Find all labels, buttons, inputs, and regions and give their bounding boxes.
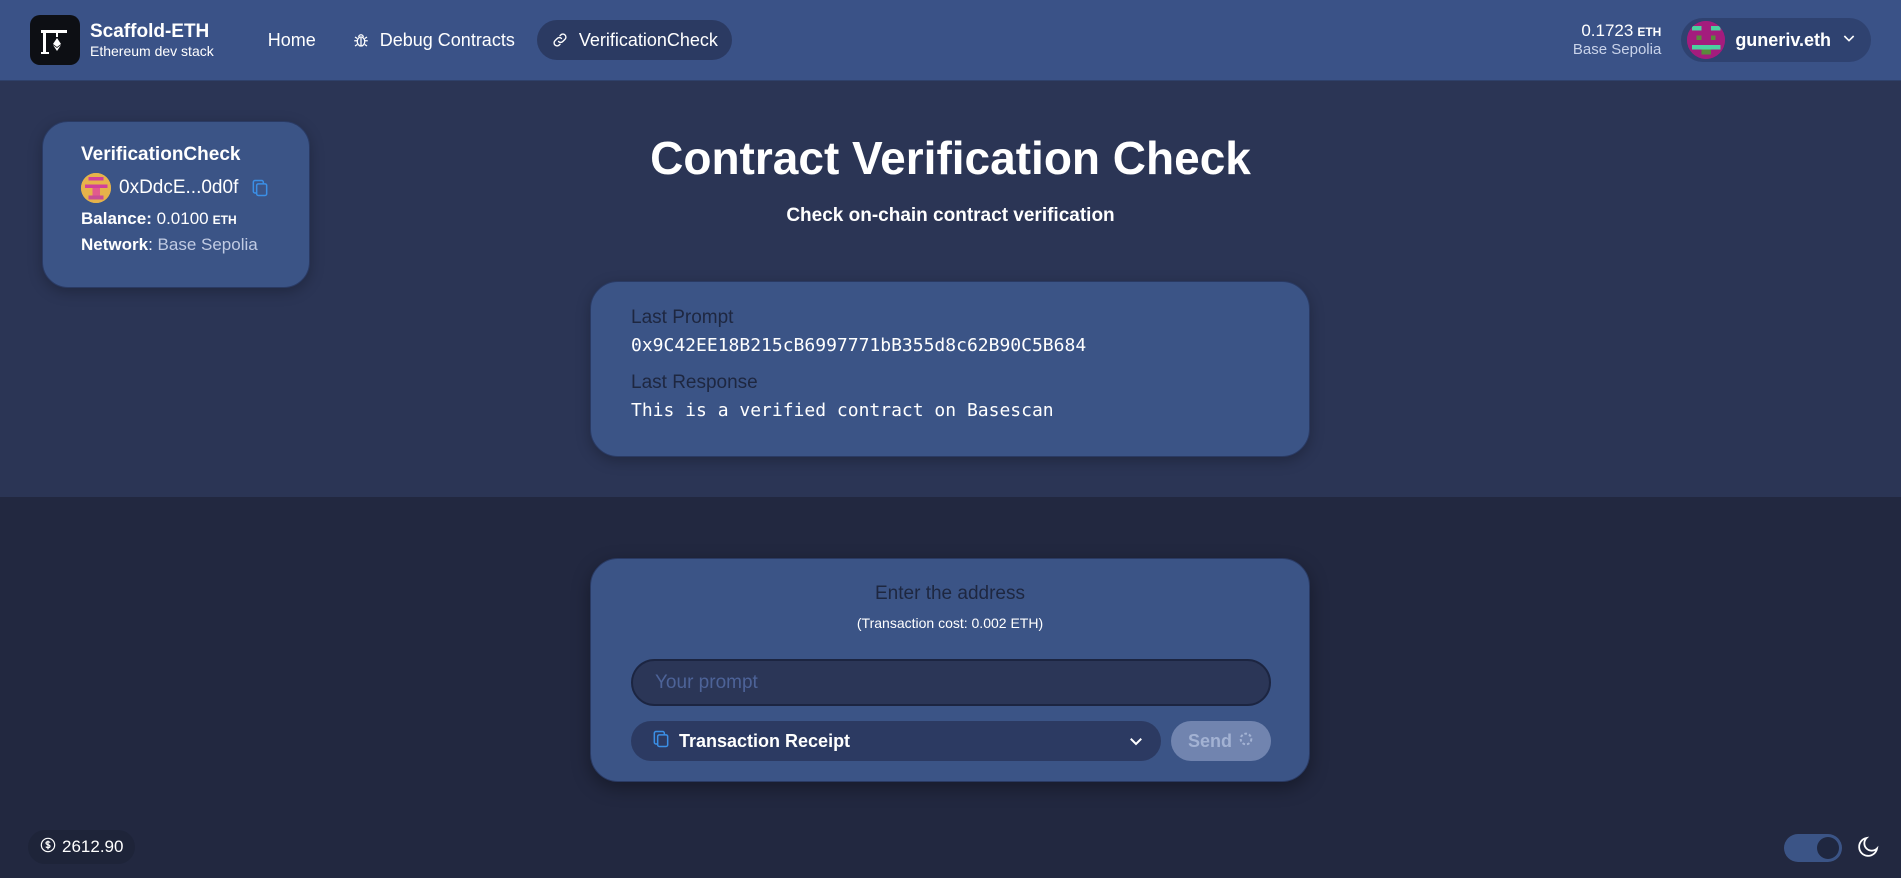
wallet-network: Base Sepolia: [1572, 41, 1662, 59]
toggle-knob: [1817, 837, 1839, 859]
contract-info-section: VerificationCheck 0xDdcE...0d0f Balance:…: [0, 81, 1901, 497]
contract-network-value: Base Sepolia: [157, 235, 258, 254]
last-result-card: Last Prompt 0x9C42EE18B215cB6997771bB355…: [590, 281, 1310, 457]
chevron-down-icon: [1127, 732, 1145, 750]
wallet-balance-value: 0.1723: [1581, 20, 1634, 40]
bug-icon: [352, 31, 370, 49]
wallet-balance-amount: 0.1723 ETH: [1581, 21, 1661, 41]
moon-icon: [1856, 835, 1880, 859]
account-avatar: [1687, 21, 1726, 59]
nav-home[interactable]: Home: [254, 20, 330, 60]
nav-verification-label: VerificationCheck: [578, 29, 718, 50]
transaction-receipt-toggle[interactable]: Transaction Receipt: [631, 721, 1161, 761]
scaffold-logo[interactable]: [30, 15, 80, 65]
top-navbar: Scaffold-ETH Ethereum dev stack Home Deb…: [0, 0, 1901, 81]
theme-toggle[interactable]: [1784, 834, 1842, 862]
receipt-copy-icon: [651, 728, 671, 755]
spinner-icon: [1238, 731, 1254, 752]
page-title: Contract Verification Check: [650, 132, 1251, 184]
wallet-currency: ETH: [1637, 24, 1662, 39]
brand-title: Scaffold-ETH: [90, 21, 210, 43]
main-nav: Home Debug Contracts VerificationCheck: [254, 20, 732, 60]
account-name: guneriv.eth: [1735, 29, 1831, 50]
contract-network: Network: Base Sepolia: [81, 235, 258, 254]
nav-home-label: Home: [267, 29, 316, 50]
prompt-form-card: Enter the address (Transaction cost: 0.0…: [590, 558, 1310, 782]
crane-logo-icon: [41, 30, 67, 54]
nav-debug-contracts[interactable]: Debug Contracts: [338, 20, 529, 60]
eth-price-badge[interactable]: 2612.90: [28, 830, 136, 864]
last-response-value: This is a verified contract on Basescan: [631, 400, 1054, 421]
chevron-down-icon: [1841, 30, 1857, 51]
last-response-label: Last Response: [631, 372, 758, 393]
nav-verification-check[interactable]: VerificationCheck: [536, 20, 732, 60]
receipt-label: Transaction Receipt: [679, 730, 851, 751]
prompt-input[interactable]: [631, 659, 1271, 706]
send-label: Send: [1187, 730, 1232, 751]
form-title: Enter the address: [875, 583, 1025, 604]
last-prompt-value: 0x9C42EE18B215cB6997771bB355d8c62B90C5B6…: [631, 335, 1087, 356]
dollar-icon: [40, 837, 56, 858]
last-prompt-label: Last Prompt: [631, 307, 734, 328]
send-button[interactable]: Send: [1171, 721, 1271, 761]
wallet-area: 0.1723 ETH Base Sepolia guneriv.eth: [1573, 18, 1871, 62]
brand-subtitle: Ethereum dev stack: [90, 42, 214, 59]
page-subtitle: Check on-chain contract verification: [786, 205, 1115, 226]
link-icon: [551, 31, 569, 49]
eth-price-value: 2612.90: [62, 837, 124, 856]
account-dropdown-button[interactable]: guneriv.eth: [1681, 18, 1871, 62]
nav-debug-label: Debug Contracts: [379, 29, 515, 50]
brand: Scaffold-ETH Ethereum dev stack: [90, 21, 214, 59]
transaction-cost: (Transaction cost: 0.002 ETH): [856, 615, 1044, 631]
wallet-balance: 0.1723 ETH Base Sepolia: [1573, 21, 1661, 59]
contract-network-label: Network: [81, 235, 149, 254]
